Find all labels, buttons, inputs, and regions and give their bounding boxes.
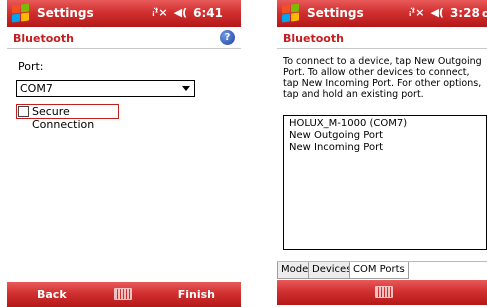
list-item[interactable]: HOLUX_M-1000 (COM7) <box>289 118 481 130</box>
keyboard-icon[interactable] <box>114 288 132 300</box>
volume-icon[interactable]: ◀( <box>430 6 444 20</box>
list-item[interactable]: New Incoming Port <box>289 142 481 154</box>
bluetooth-com-ports-screen: Settings ᵢᶦ̈× ◀( 3:28 o Bluetooth To con… <box>277 0 487 307</box>
help-icon[interactable]: ? <box>220 30 235 45</box>
clock[interactable]: 3:28 <box>450 6 480 20</box>
page-title: Bluetooth <box>283 32 344 45</box>
port-label: Port: <box>18 60 44 73</box>
page-header: Bluetooth ? <box>7 27 241 49</box>
tab-com-ports[interactable]: COM Ports <box>349 262 409 279</box>
keyboard-icon[interactable] <box>375 286 393 298</box>
start-menu-icon[interactable] <box>281 3 301 23</box>
title-bar: Settings ᵢᶦ̈× ◀( 6:41 <box>7 0 241 27</box>
title-bar: Settings ᵢᶦ̈× ◀( 3:28 o <box>277 0 487 27</box>
start-menu-icon[interactable] <box>11 3 31 23</box>
back-softkey[interactable]: Back <box>37 288 67 301</box>
secure-connection-checkbox[interactable] <box>18 106 29 117</box>
soft-key-bar <box>277 280 487 305</box>
bluetooth-port-screen: Settings ᵢᶦ̈× ◀( 6:41 Bluetooth ? Port: … <box>7 0 241 307</box>
port-dropdown[interactable]: COM7 <box>16 80 195 97</box>
clock[interactable]: 6:41 <box>193 6 223 20</box>
ok-button[interactable]: o <box>482 7 487 20</box>
app-title: Settings <box>307 6 364 20</box>
secure-connection-row[interactable]: Secure Connection <box>16 104 119 131</box>
tab-mode[interactable]: Mode <box>277 262 313 279</box>
signal-icon[interactable]: ᵢᶦ̈× <box>152 6 167 20</box>
secure-connection-label[interactable]: Secure Connection <box>32 105 118 131</box>
instructions-text: To connect to a device, tap New Outgoing… <box>283 56 482 100</box>
port-value: COM7 <box>20 82 53 95</box>
page-header: Bluetooth <box>277 27 487 49</box>
signal-icon[interactable]: ᵢᶦ̈× <box>409 6 424 20</box>
list-item[interactable]: New Outgoing Port <box>289 130 481 142</box>
volume-icon[interactable]: ◀( <box>174 6 188 20</box>
app-title: Settings <box>37 6 94 20</box>
com-ports-list[interactable]: HOLUX_M-1000 (COM7) New Outgoing Port Ne… <box>283 115 487 250</box>
finish-softkey[interactable]: Finish <box>178 288 215 301</box>
soft-key-bar: Back Finish <box>7 282 241 307</box>
chevron-down-icon[interactable] <box>182 86 190 91</box>
tab-strip: Mode Devices COM Ports <box>277 261 487 279</box>
page-title: Bluetooth <box>13 32 74 45</box>
